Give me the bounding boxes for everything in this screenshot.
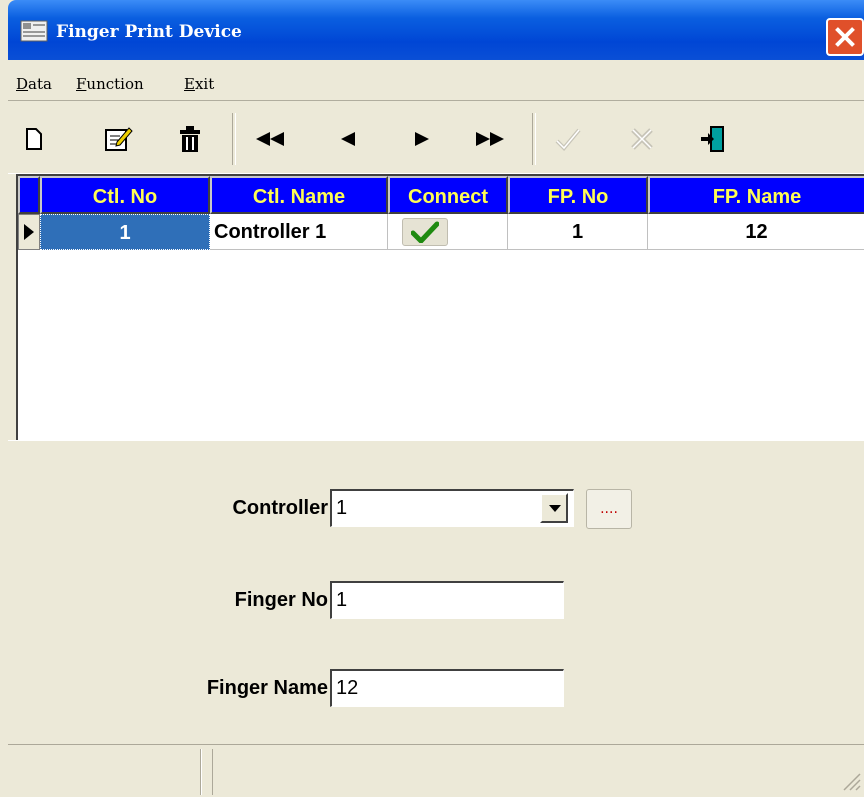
cell-fp-no[interactable]: 1	[508, 214, 648, 250]
toolbar-separator	[232, 113, 236, 165]
finger-print-device-window: Finger Print Device Data Function Exit C…	[8, 0, 864, 797]
first-record-icon	[256, 132, 284, 146]
connect-checkbox[interactable]	[402, 218, 448, 246]
last-record-button[interactable]	[470, 121, 510, 157]
row-indicator	[18, 214, 40, 250]
finger-no-label: Finger No	[234, 589, 328, 611]
finger-no-value: 1	[336, 589, 348, 611]
new-button[interactable]	[14, 121, 54, 157]
table-row[interactable]: 1 Controller 1 1 12	[18, 214, 864, 250]
cell-ctl-name[interactable]: Controller 1	[210, 214, 388, 250]
edit-form: Controller 1 .... Finger No 1 Finger Nam…	[8, 440, 864, 741]
grid-header: Ctl. No Ctl. Name Connect FP. No FP. Nam…	[18, 176, 864, 214]
cell-ctl-no[interactable]: 1	[40, 214, 210, 250]
new-icon	[26, 128, 42, 150]
next-record-icon	[415, 132, 429, 146]
last-record-icon	[476, 132, 504, 146]
edit-icon	[105, 127, 133, 151]
controller-dropdown-button[interactable]	[540, 493, 568, 523]
next-record-button[interactable]	[402, 121, 442, 157]
green-check-icon	[411, 221, 439, 243]
exit-button[interactable]	[692, 121, 732, 157]
header-fp-no[interactable]: FP. No	[508, 176, 648, 214]
first-record-button[interactable]	[250, 121, 290, 157]
header-connect[interactable]: Connect	[388, 176, 508, 214]
title-bar[interactable]: Finger Print Device	[8, 0, 864, 60]
post-button[interactable]	[548, 121, 588, 157]
controller-browse-button[interactable]: ....	[586, 489, 632, 529]
close-button[interactable]	[826, 18, 864, 56]
finger-name-label: Finger Name	[206, 677, 328, 699]
cell-connect[interactable]	[388, 214, 508, 250]
exit-door-icon	[701, 126, 724, 152]
edit-button[interactable]	[98, 121, 138, 157]
finger-no-input[interactable]: 1	[330, 581, 564, 619]
controller-value: 1	[336, 497, 348, 519]
status-panel-1	[8, 749, 201, 795]
window-title: Finger Print Device	[56, 22, 242, 42]
header-ctl-name[interactable]: Ctl. Name	[210, 176, 388, 214]
menu-bar: Data Function Exit	[8, 60, 864, 101]
app-icon	[20, 20, 48, 42]
menu-function[interactable]: Function	[76, 75, 144, 93]
status-panel-2	[212, 749, 853, 795]
indicator-header	[18, 176, 40, 214]
status-bar	[8, 744, 864, 797]
prior-record-button[interactable]	[328, 121, 368, 157]
controller-select[interactable]: 1	[330, 489, 574, 527]
finger-name-input[interactable]: 12	[330, 669, 564, 707]
data-grid[interactable]: Ctl. No Ctl. Name Connect FP. No FP. Nam…	[16, 174, 864, 441]
header-ctl-no[interactable]: Ctl. No	[40, 176, 210, 214]
finger-name-value: 12	[336, 677, 359, 699]
cell-fp-name[interactable]: 12	[648, 214, 864, 250]
cancel-x-icon	[631, 128, 653, 150]
delete-button[interactable]	[170, 121, 210, 157]
cancel-button[interactable]	[622, 121, 662, 157]
menu-exit[interactable]: Exit	[184, 75, 214, 93]
controller-label: Controller	[232, 497, 328, 519]
toolbar-separator	[532, 113, 536, 165]
header-fp-name[interactable]: FP. Name	[648, 176, 864, 214]
delete-icon	[180, 126, 200, 152]
menu-data[interactable]: Data	[16, 75, 52, 93]
resize-grip-icon[interactable]	[840, 770, 862, 792]
prior-record-icon	[341, 132, 355, 146]
toolbar	[8, 101, 864, 174]
check-icon	[555, 128, 581, 151]
